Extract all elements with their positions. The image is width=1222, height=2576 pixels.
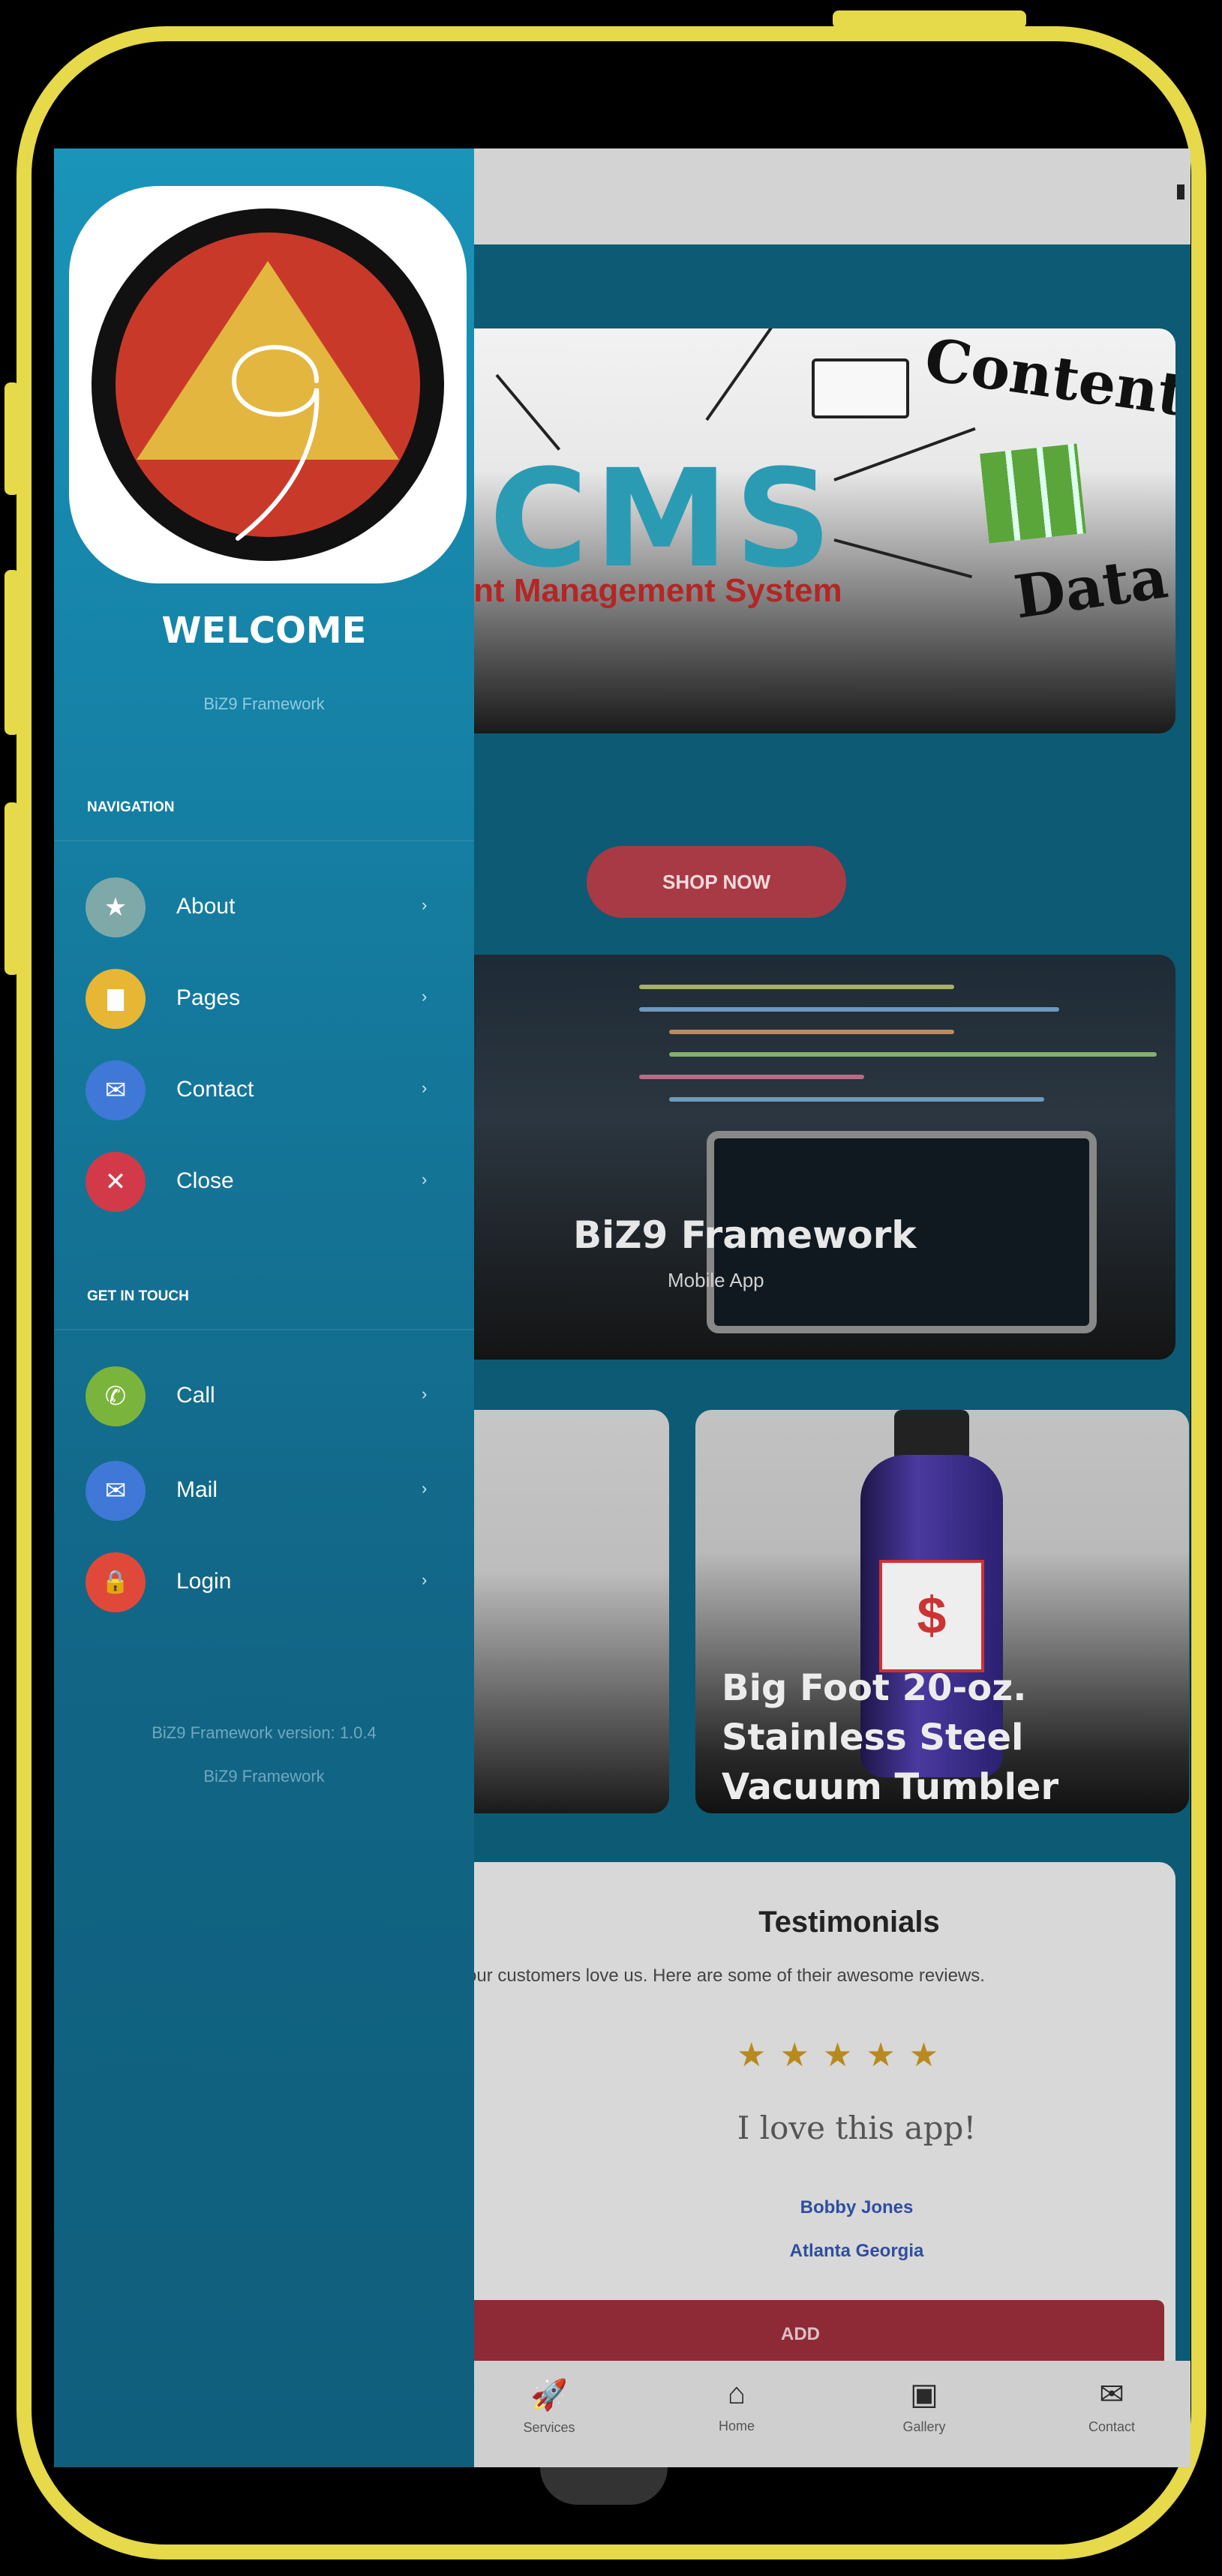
menu-dots-icon[interactable] [1177, 184, 1184, 199]
chevron-right-icon: › [422, 1170, 428, 1189]
books-icon [980, 443, 1086, 544]
code-line [669, 1052, 1157, 1057]
code-line [639, 1007, 1059, 1012]
chevron-right-icon: › [422, 1479, 428, 1498]
dollar-icon: $ [917, 1586, 947, 1645]
drawer-item-label: Close [176, 1168, 234, 1193]
logo [69, 186, 467, 583]
testimonials-subtitle: d our customers love us. Here are some o… [452, 1966, 985, 1986]
divider [54, 840, 474, 841]
feature-title: BiZ9 Framework [573, 1213, 917, 1257]
testimonial-quote: I love this app! [737, 2110, 977, 2146]
page-icon: ▇ [86, 969, 146, 1029]
bottle-label: $ [879, 1560, 984, 1672]
cms-subtitle: tent Management System [444, 572, 842, 609]
rocket-icon: 🚀 [530, 2379, 568, 2412]
testimonials-title: Testimonials [758, 1906, 940, 1939]
drawer-item-close[interactable]: ✕ Close › [54, 1144, 474, 1219]
drawer-subtitle: BiZ9 Framework [203, 694, 325, 713]
drawer-item-call[interactable]: ✆ Call › [54, 1359, 474, 1434]
nav-gallery-label: Gallery [902, 2419, 946, 2434]
arrow-line [833, 538, 973, 579]
chevron-right-icon: › [422, 1384, 428, 1403]
code-line [639, 985, 954, 989]
reviewer-location: Atlanta Georgia [789, 2241, 924, 2261]
product-card-previous[interactable] [444, 1410, 669, 1813]
phone-icon: ✆ [86, 1366, 146, 1426]
drawer-item-label: Pages [176, 985, 241, 1010]
drawer-item-login[interactable]: 🔒 Login › [54, 1545, 474, 1620]
logo-triangle-icon [137, 261, 399, 541]
arrow-line [705, 328, 773, 421]
drawer-item-label: Mail [176, 1477, 218, 1502]
nav-contact-label: Contact [1088, 2419, 1136, 2434]
chevron-right-icon: › [422, 1078, 428, 1097]
envelope-icon: ✉ [86, 1461, 146, 1521]
drawer-item-label: Contact [176, 1077, 254, 1102]
lock-icon: 🔒 [86, 1552, 146, 1612]
get-in-touch-heading: GET IN TOUCH [87, 1288, 189, 1304]
content-word: Content [920, 328, 1175, 430]
drawer-item-pages[interactable]: ▇ Pages › [54, 961, 474, 1036]
drawer-item-contact[interactable]: ✉ Contact › [54, 1053, 474, 1128]
code-line [669, 1097, 1044, 1102]
code-line [669, 1030, 954, 1034]
nav-gallery[interactable]: ▣ Gallery [849, 2377, 999, 2435]
product-title: Big Foot 20-oz. Stainless Steel Vacuum T… [722, 1667, 1059, 1808]
envelope-icon: ✉ [86, 1060, 146, 1120]
drawer-item-mail[interactable]: ✉ Mail › [54, 1453, 474, 1528]
app-screen: CMS tent Management System Content Data … [54, 148, 1190, 2467]
shop-now-button[interactable]: SHOP NOW [587, 846, 846, 918]
image-icon: ▣ [910, 2378, 938, 2411]
feature-card[interactable] [444, 955, 1175, 1360]
home-indicator [540, 2467, 668, 2505]
drawer-item-label: About [176, 894, 236, 919]
side-drawer: WELCOME BiZ9 Framework NAVIGATION ★ Abou… [54, 148, 474, 2467]
code-line [639, 1075, 864, 1079]
footer-name: BiZ9 Framework [203, 1767, 325, 1786]
close-icon: ✕ [86, 1152, 146, 1212]
feature-subtitle: Mobile App [668, 1269, 764, 1291]
drawer-item-label: Login [176, 1569, 232, 1594]
nav-home-label: Home [718, 2419, 755, 2434]
chevron-right-icon: › [422, 987, 428, 1006]
logo-ring [92, 208, 444, 561]
drawer-item-about[interactable]: ★ About › [54, 870, 474, 945]
home-icon: ⌂ [727, 2377, 746, 2410]
testimonials-section: Testimonials d our customers love us. He… [437, 1862, 1175, 2413]
chevron-right-icon: › [422, 895, 428, 914]
navigation-heading: NAVIGATION [87, 799, 175, 815]
arrow-line [833, 427, 976, 481]
chevron-right-icon: › [422, 1570, 428, 1589]
reviewer-name: Bobby Jones [800, 2197, 914, 2218]
cms-banner[interactable]: CMS tent Management System Content Data [444, 328, 1175, 733]
nav-services-label: Services [523, 2420, 575, 2435]
nav-contact[interactable]: ✉ Contact [1037, 2377, 1187, 2435]
rating-stars: ★★★★★ [737, 2037, 953, 2074]
drawer-item-label: Call [176, 1383, 215, 1408]
folder-icon [812, 358, 909, 418]
nav-home[interactable]: ⌂ Home [662, 2377, 812, 2434]
star-icon: ★ [86, 877, 146, 937]
envelope-icon: ✉ [1099, 2378, 1124, 2411]
divider [54, 1329, 474, 1330]
arrow-line [495, 373, 561, 451]
welcome-heading: WELCOME [161, 610, 367, 652]
version-text: BiZ9 Framework version: 1.0.4 [152, 1723, 377, 1742]
data-word: Data [1010, 543, 1172, 632]
add-testimonial-button[interactable]: ADD [437, 2300, 1164, 2369]
nav-services[interactable]: 🚀 Services [474, 2377, 624, 2436]
